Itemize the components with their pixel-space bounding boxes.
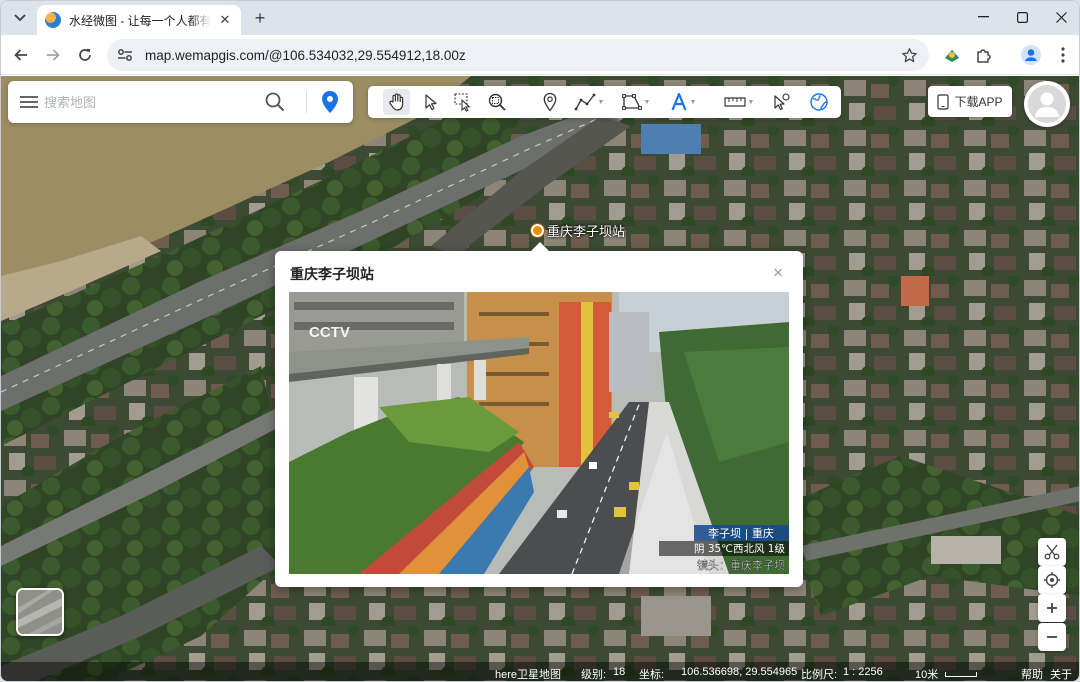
scale-bar [945, 672, 977, 677]
level-label: 级别: [581, 669, 607, 681]
extensions-puzzle-icon[interactable] [970, 41, 998, 69]
globe-icon[interactable] [806, 89, 832, 115]
screenshot-scissors-icon[interactable] [1038, 538, 1066, 566]
zoom-out-button[interactable] [1038, 623, 1066, 651]
cctv-logo: CCTV [309, 324, 350, 341]
weather-text: 阴 35℃西北风 1级 [694, 543, 786, 555]
popup-title: 重庆李子坝站 [290, 266, 374, 282]
draw-polygon-icon[interactable]: ▼ [618, 89, 654, 115]
maximize-button[interactable] [1002, 1, 1042, 33]
download-app-button[interactable]: 下载APP [928, 86, 1012, 117]
box-select-icon[interactable] [451, 89, 475, 115]
forward-button[interactable] [39, 41, 67, 69]
caption-text: 镜头：重庆李子坝 [697, 558, 785, 572]
layer-switch-button[interactable] [16, 588, 64, 636]
wemap-favicon-icon [45, 12, 61, 28]
map-search-input[interactable] [44, 94, 254, 110]
user-avatar[interactable] [1024, 81, 1070, 127]
phone-icon [937, 93, 950, 110]
popup-close-icon[interactable]: × [773, 264, 783, 281]
bookmark-star-icon[interactable] [895, 41, 923, 69]
map-scale: 1 : 2256 [843, 666, 883, 678]
map-search-box [8, 81, 353, 123]
station-marker[interactable]: 重庆李子坝站 [531, 221, 625, 240]
browser-toolbar: map.wemapgis.com/@106.534032,29.554912,1… [1, 35, 1079, 75]
location-pin-icon[interactable] [316, 88, 344, 116]
map-source[interactable]: here卫星地图 [495, 666, 561, 681]
photo-scene: CCTV 李子坝 | 重庆 阴 35℃西北风 1级 镜头：重庆李子坝 [289, 292, 789, 574]
back-button[interactable] [7, 41, 35, 69]
cursor-coordinates: 106.536698, 29.554965 [681, 666, 798, 678]
map-status-bar: here卫星地图 级别: 18 坐标: 106.536698, 29.55496… [1, 662, 1079, 681]
place-marker-icon[interactable] [538, 89, 562, 115]
zoom-level: 18 [613, 666, 626, 678]
pan-hand-icon[interactable] [383, 89, 410, 115]
search-icon[interactable] [264, 91, 286, 113]
download-app-label: 下载APP [954, 95, 1003, 109]
add-text-icon[interactable]: ▼ [665, 89, 701, 115]
menu-icon[interactable] [20, 93, 38, 111]
coord-label: 坐标: [639, 669, 665, 681]
tab-strip: 水经微图 - 让每一个人都有自己的地图 ✕ + [1, 1, 1079, 35]
scale-label: 比例尺: [801, 669, 838, 681]
close-window-button[interactable] [1041, 1, 1079, 33]
popup-arrow [531, 242, 549, 251]
location-tag: 李子坝 | 重庆 [708, 526, 774, 540]
browser-menu-icon[interactable] [1049, 41, 1077, 69]
active-tab[interactable]: 水经微图 - 让每一个人都有自己的地图 ✕ [37, 5, 241, 35]
profile-icon[interactable] [1017, 41, 1045, 69]
info-popup: 重庆李子坝站 × CCTV 李子坝 | 重庆 阴 35℃西北风 1级 镜头：重庆… [275, 242, 803, 587]
about-link[interactable]: 关于 [1050, 666, 1072, 681]
minimize-button[interactable] [963, 1, 1003, 33]
tab-search-chevron-icon[interactable] [9, 8, 31, 28]
zoom-box-icon[interactable] [485, 89, 509, 115]
url-text[interactable]: map.wemapgis.com/@106.534032,29.554912,1… [145, 48, 895, 63]
marker-pin-icon [531, 224, 544, 237]
tab-title: 水经微图 - 让每一个人都有自己的地图 [69, 13, 211, 28]
new-tab-button[interactable]: + [249, 7, 271, 29]
marker-label: 重庆李子坝站 [547, 224, 626, 239]
satellite-map[interactable]: ▼ ▼ ▼ ▼ 下载APP [1, 76, 1079, 681]
edit-pointer-icon[interactable] [768, 89, 794, 115]
help-link[interactable]: 帮助 [1021, 666, 1043, 681]
measure-ruler-icon[interactable]: ▼ [720, 89, 758, 115]
locate-me-icon[interactable] [1038, 566, 1066, 594]
browser-window: 水经微图 - 让每一个人都有自己的地图 ✕ + map.wemapgis.co [0, 0, 1080, 682]
extension-globe-icon[interactable] [938, 41, 966, 69]
select-pointer-icon[interactable] [419, 89, 443, 115]
scale-bar-label: 10米 [915, 669, 939, 681]
reload-button[interactable] [71, 41, 99, 69]
address-bar[interactable]: map.wemapgis.com/@106.534032,29.554912,1… [107, 39, 929, 71]
map-tools-palette: ▼ ▼ ▼ ▼ [368, 86, 841, 118]
station-photo: CCTV 李子坝 | 重庆 阴 35℃西北风 1级 镜头：重庆李子坝 [289, 292, 789, 574]
draw-line-icon[interactable]: ▼ [571, 89, 607, 115]
tab-close-icon[interactable]: ✕ [217, 12, 233, 28]
zoom-in-button[interactable] [1038, 594, 1066, 622]
search-divider [306, 91, 307, 113]
site-info-icon[interactable] [113, 43, 137, 67]
